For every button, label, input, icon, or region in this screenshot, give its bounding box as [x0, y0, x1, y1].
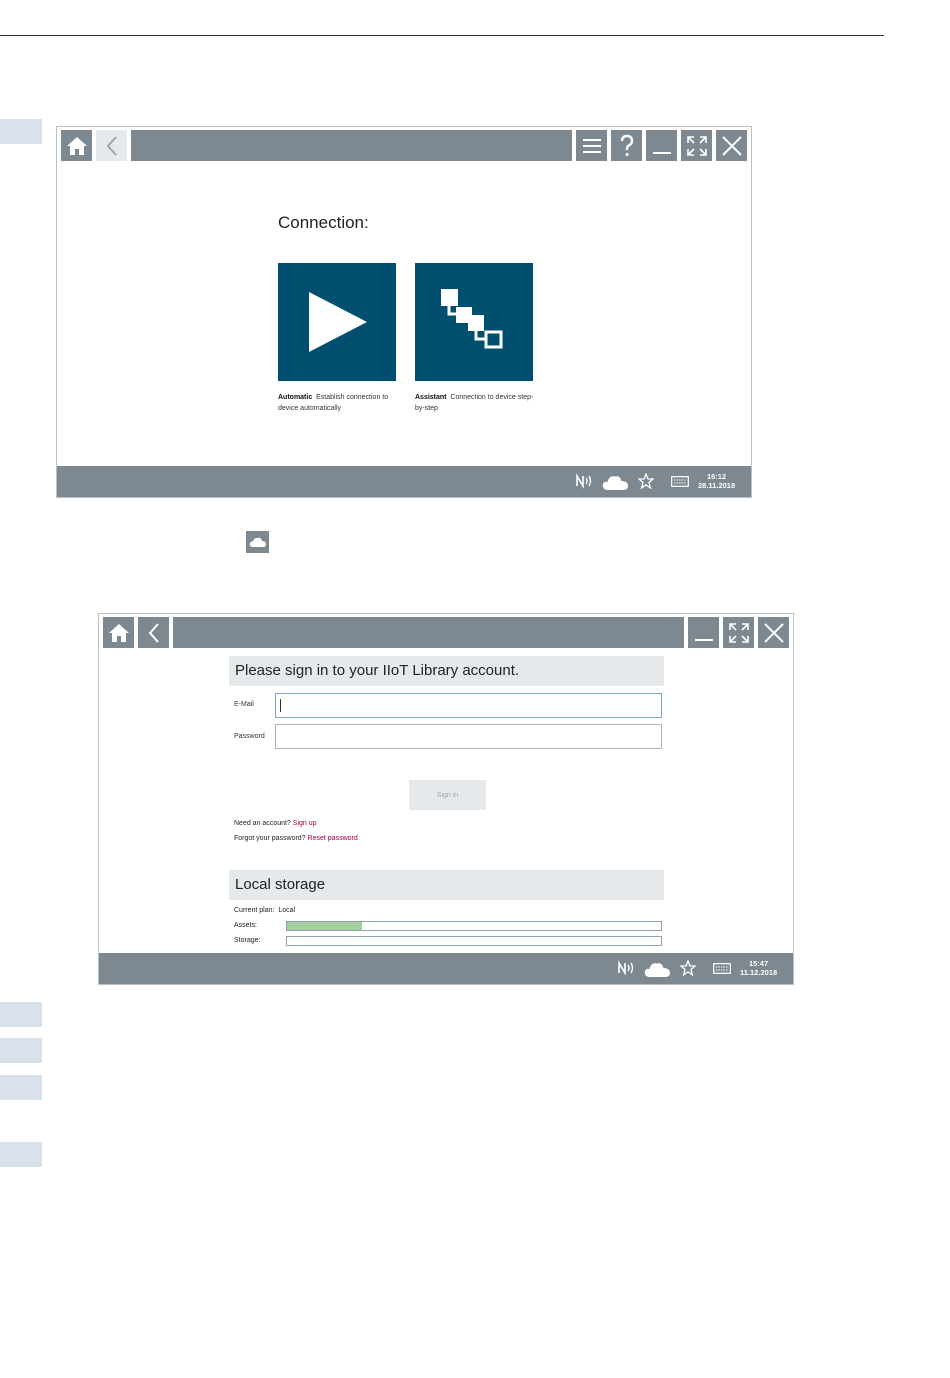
nfc-icon [618, 960, 634, 976]
minimize-button[interactable] [646, 130, 677, 161]
iiot-library-screen: Please sign in to your IIoT Library acco… [98, 613, 794, 985]
star-icon [680, 960, 696, 976]
play-icon [309, 292, 367, 352]
signup-line: Need an account? Sign up [234, 820, 317, 827]
sign-up-link[interactable]: Sign up [293, 820, 317, 827]
status-bar: 15:47 11.12.2018 [99, 953, 793, 984]
title-bar-fill [173, 617, 684, 648]
connection-screen: Connection: Automatic Establish connecti… [56, 126, 752, 498]
minimize-icon [694, 638, 713, 641]
cloud-icon [246, 531, 269, 553]
menu-icon [582, 138, 601, 153]
home-icon [108, 623, 129, 642]
automatic-caption: Automatic Establish connection to device… [278, 394, 389, 412]
question-icon [620, 134, 633, 156]
page-rule [0, 35, 884, 36]
password-field[interactable] [275, 724, 662, 749]
clock: 16:12 28.11.2018 [698, 472, 736, 490]
close-button[interactable] [716, 130, 747, 161]
status-bar: 16:12 28.11.2018 [57, 466, 751, 497]
local-storage-heading: Local storage [229, 870, 664, 900]
step-marker [0, 1075, 42, 1100]
step-marker [0, 1038, 42, 1063]
password-label: Password [234, 733, 265, 740]
cloud-icon [644, 963, 670, 977]
cloud-icon [602, 476, 628, 490]
current-plan: Current plan: Local [234, 907, 296, 914]
assets-progress-bar [286, 921, 662, 931]
title-bar-fill [131, 130, 572, 161]
chevron-left-icon [106, 135, 117, 156]
sign-in-button[interactable]: Sign in [409, 780, 486, 810]
keyboard-icon [713, 963, 731, 974]
reset-password-link[interactable]: Reset password [308, 835, 358, 842]
assets-label: Assets: [234, 922, 257, 929]
assets-progress-fill [287, 922, 362, 930]
email-label: E-Mail [234, 701, 254, 708]
email-field[interactable] [275, 693, 662, 718]
close-button[interactable] [758, 617, 789, 648]
keyboard-icon [671, 476, 689, 487]
help-button[interactable] [611, 130, 642, 161]
nfc-icon [576, 473, 592, 489]
home-button[interactable] [103, 617, 134, 648]
menu-button[interactable] [576, 130, 607, 161]
back-button[interactable] [96, 130, 127, 161]
fullscreen-icon [728, 622, 749, 643]
home-button[interactable] [61, 130, 92, 161]
title-bar [61, 130, 747, 161]
step-marker [0, 1142, 42, 1167]
connection-heading: Connection: [278, 213, 369, 232]
assistant-caption: Assistant Connection to device step-by-s… [415, 394, 534, 412]
title-bar [103, 617, 789, 648]
storage-label: Storage: [234, 937, 261, 944]
back-button[interactable] [138, 617, 169, 648]
fullscreen-button[interactable] [681, 130, 712, 161]
fullscreen-button[interactable] [723, 617, 754, 648]
home-icon [66, 136, 87, 155]
automatic-tile[interactable] [278, 263, 396, 381]
clock: 15:47 11.12.2018 [740, 959, 778, 977]
close-icon [721, 135, 742, 156]
text-caret [280, 699, 281, 712]
storage-progress-bar [286, 936, 662, 946]
minimize-icon [652, 151, 671, 154]
star-icon [638, 473, 654, 489]
minimize-button[interactable] [688, 617, 719, 648]
network-tree-icon [441, 289, 503, 349]
step-marker [0, 119, 42, 144]
fullscreen-icon [686, 135, 707, 156]
chevron-left-icon [148, 622, 159, 643]
step-marker [0, 1002, 42, 1027]
reset-line: Forgot your password? Reset password [234, 835, 358, 842]
signin-heading: Please sign in to your IIoT Library acco… [229, 656, 664, 686]
assistant-tile[interactable] [415, 263, 533, 381]
close-icon [763, 622, 784, 643]
